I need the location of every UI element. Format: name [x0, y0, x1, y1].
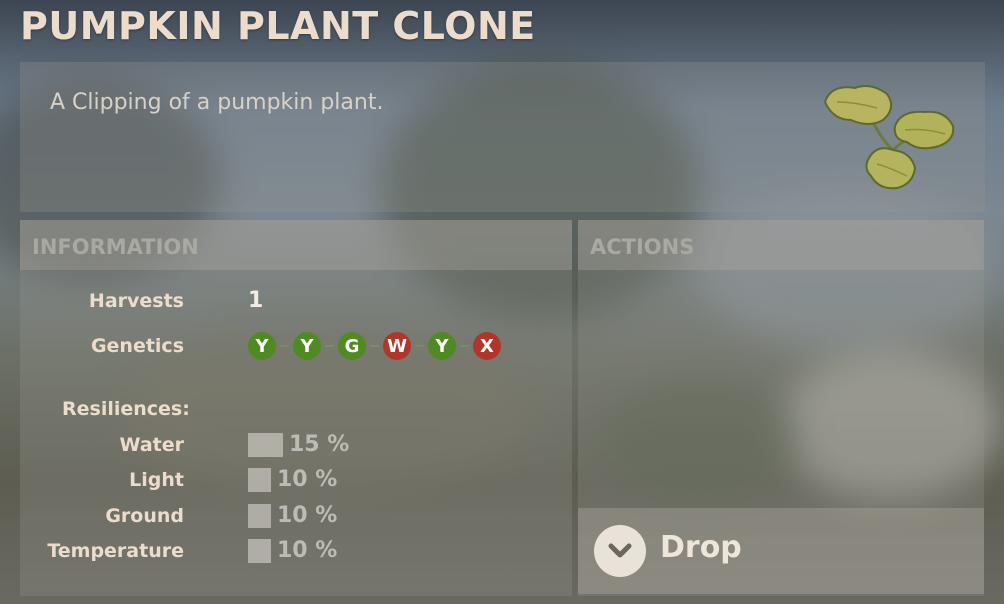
information-header: INFORMATION: [20, 220, 572, 270]
chevron-down-icon: [594, 525, 646, 577]
resilience-value: 10 %: [277, 467, 338, 492]
resilience-row: 10 %: [248, 467, 337, 492]
resilience-bar: [248, 467, 271, 492]
resilience-value: 10 %: [277, 538, 338, 563]
gene-separator: [460, 345, 469, 347]
gene-separator: [325, 345, 334, 347]
item-title: PUMPKIN PLANT CLONE: [20, 4, 536, 48]
resilience-bar: [248, 538, 271, 563]
gene-badge: X: [473, 332, 501, 360]
harvests-label: Harvests: [88, 290, 184, 312]
harvests-value: 1: [248, 288, 264, 313]
resilience-value: 15 %: [289, 432, 350, 457]
gene-badge: Y: [293, 332, 321, 360]
pumpkin-clone-leaves-icon: [823, 85, 955, 190]
resiliences-label: Resiliences:: [62, 398, 190, 420]
information-panel: INFORMATION Harvests 1 Genetics YYGWYX R…: [20, 220, 572, 596]
resilience-bar: [248, 503, 271, 528]
genetics-sequence: YYGWYX: [248, 332, 501, 360]
resilience-label: Ground: [105, 505, 184, 527]
resilience-value: 10 %: [277, 503, 338, 528]
actions-header: ACTIONS: [578, 220, 984, 270]
genetics-label: Genetics: [90, 335, 184, 357]
resilience-label: Light: [129, 469, 184, 491]
gene-badge: Y: [248, 332, 276, 360]
gene-separator: [280, 345, 289, 347]
resilience-bar: [248, 432, 283, 457]
resilience-row: 10 %: [248, 503, 337, 528]
resilience-row: 10 %: [248, 538, 337, 563]
drop-label: Drop: [660, 530, 742, 565]
description-panel: A Clipping of a pumpkin plant.: [20, 62, 985, 212]
gene-badge: W: [383, 332, 411, 360]
actions-panel: ACTIONS Drop: [578, 220, 984, 596]
gene-badge: G: [338, 332, 366, 360]
resilience-label: Temperature: [47, 540, 184, 562]
item-description: A Clipping of a pumpkin plant.: [50, 90, 384, 115]
resilience-label: Water: [119, 434, 184, 456]
drop-button[interactable]: Drop: [578, 508, 984, 594]
gene-separator: [415, 345, 424, 347]
gene-separator: [370, 345, 379, 347]
gene-badge: Y: [428, 332, 456, 360]
resilience-row: 15 %: [248, 432, 349, 457]
